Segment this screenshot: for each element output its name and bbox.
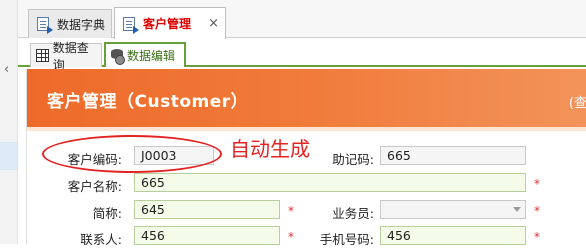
contact-label: 联系人: bbox=[80, 232, 122, 247]
sidebar-selected-item[interactable] bbox=[0, 142, 17, 170]
document-arrow-icon bbox=[121, 16, 139, 34]
tab-data-dictionary[interactable]: 数据字典 bbox=[28, 9, 112, 38]
short-name-label: 简称: bbox=[92, 206, 122, 221]
left-sidebar-strip: ‹ bbox=[0, 0, 18, 244]
customer-name-label: 客户名称: bbox=[67, 179, 122, 194]
required-mark: * bbox=[534, 204, 540, 218]
grid-icon bbox=[36, 49, 49, 62]
close-icon[interactable]: × bbox=[208, 16, 219, 31]
customer-name-field[interactable]: 665 bbox=[134, 173, 526, 192]
annotation-oval bbox=[42, 135, 222, 173]
required-mark: * bbox=[288, 204, 294, 218]
annotation-text: 自动生成 bbox=[230, 137, 310, 161]
document-arrow-icon bbox=[35, 16, 53, 34]
main-tab-bar: 数据字典 客户管理 × bbox=[18, 0, 586, 39]
required-mark: * bbox=[534, 230, 540, 244]
query-link[interactable]: (查 bbox=[569, 92, 586, 111]
collapse-chevron-icon[interactable]: ‹ bbox=[4, 62, 9, 77]
mnemonic-field[interactable]: 665 bbox=[380, 146, 526, 165]
contact-field[interactable]: 456 bbox=[134, 226, 280, 245]
required-mark: * bbox=[534, 177, 540, 191]
salesperson-select[interactable] bbox=[380, 200, 526, 219]
subtab-label: 数据查询 bbox=[52, 40, 89, 72]
subtab-data-edit[interactable]: 数据编辑 bbox=[104, 42, 186, 67]
tab-label: 客户管理 bbox=[143, 17, 192, 31]
short-name-field[interactable]: 645 bbox=[134, 200, 280, 219]
subtab-data-query[interactable]: 数据查询 bbox=[30, 41, 102, 72]
chevron-down-icon bbox=[513, 207, 521, 212]
sub-tab-bar: 数据查询 数据编辑 bbox=[18, 39, 586, 72]
header-divider bbox=[27, 127, 586, 131]
page-title: 客户管理（Customer） bbox=[47, 92, 249, 112]
database-edit-icon bbox=[111, 48, 125, 65]
panel-header: 客户管理（Customer） (查 bbox=[27, 69, 586, 127]
mobile-label: 手机号码: bbox=[319, 232, 374, 247]
tab-customer-management[interactable]: 客户管理 × bbox=[114, 7, 226, 39]
mobile-field[interactable]: 456 bbox=[380, 226, 526, 245]
mnemonic-label: 助记码: bbox=[332, 152, 374, 167]
required-mark: * bbox=[288, 230, 294, 244]
salesperson-label: 业务员: bbox=[332, 206, 374, 221]
tab-label: 数据字典 bbox=[57, 17, 106, 32]
subtab-label: 数据编辑 bbox=[127, 49, 176, 63]
